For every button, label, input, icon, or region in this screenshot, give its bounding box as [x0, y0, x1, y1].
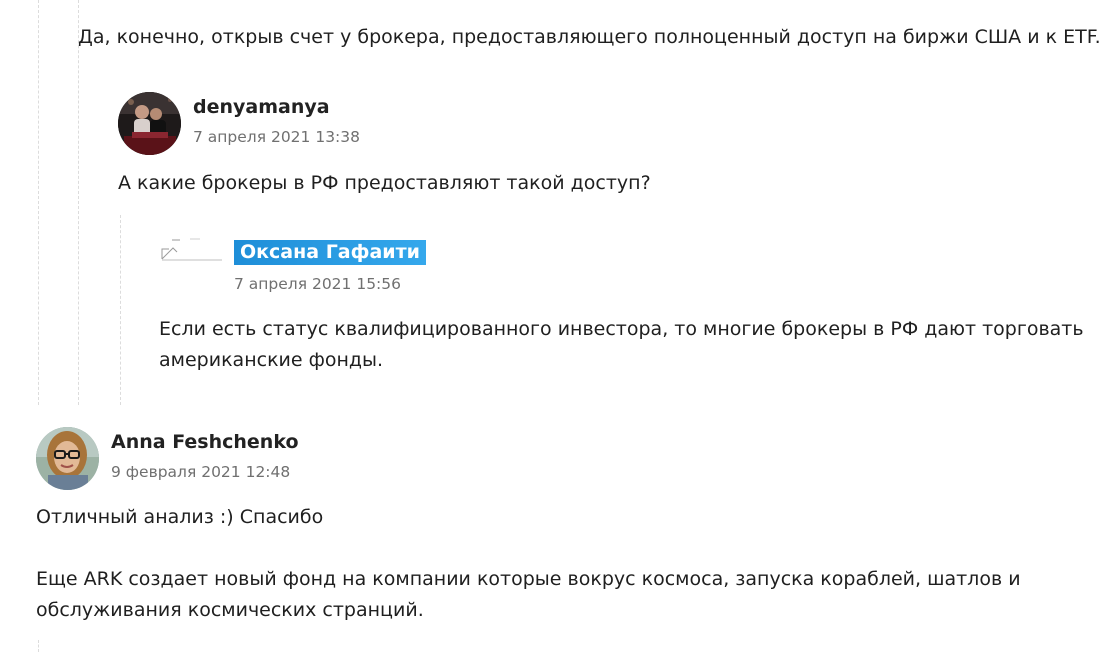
author-name[interactable]: denyamanya — [193, 96, 330, 118]
comment-date[interactable]: 7 апреля 2021 13:38 — [193, 128, 360, 146]
comment-text-para2-line1: Еще ARK создает новый фонд на компании к… — [36, 568, 1021, 590]
comment-text: А какие брокеры в РФ предоставляют такой… — [118, 172, 651, 194]
cutoff-date-fragment — [80, 0, 230, 4]
comment-date[interactable]: 7 апреля 2021 15:56 — [234, 275, 401, 293]
avatar[interactable] — [118, 92, 181, 155]
thread-line-bottom — [38, 640, 39, 652]
broken-image-icon — [161, 238, 222, 261]
avatar[interactable] — [36, 427, 99, 490]
comment-date[interactable]: 9 февраля 2021 12:48 — [111, 463, 290, 481]
comment-text-para2-line2: обслуживания космических странций. — [36, 599, 424, 621]
reply-text: Да, конечно, открыв счет у брокера, пред… — [78, 26, 1101, 48]
comment-text-line2: американские фонды. — [159, 349, 384, 371]
thread-line-level2 — [78, 0, 79, 405]
broken-avatar-image — [160, 238, 222, 262]
author-name[interactable]: Anna Feshchenko — [111, 431, 299, 453]
comment-text-line1: Если есть статус квалифицированного инве… — [159, 318, 1084, 340]
comment-text-para1: Отличный анализ :) Спасибо — [36, 506, 324, 528]
thread-line-level1 — [38, 0, 39, 405]
thread-line-level3 — [120, 215, 121, 405]
avatar-photo — [118, 92, 181, 155]
author-name[interactable]: Оксана Гафаити — [234, 240, 426, 265]
avatar-photo — [36, 427, 99, 490]
